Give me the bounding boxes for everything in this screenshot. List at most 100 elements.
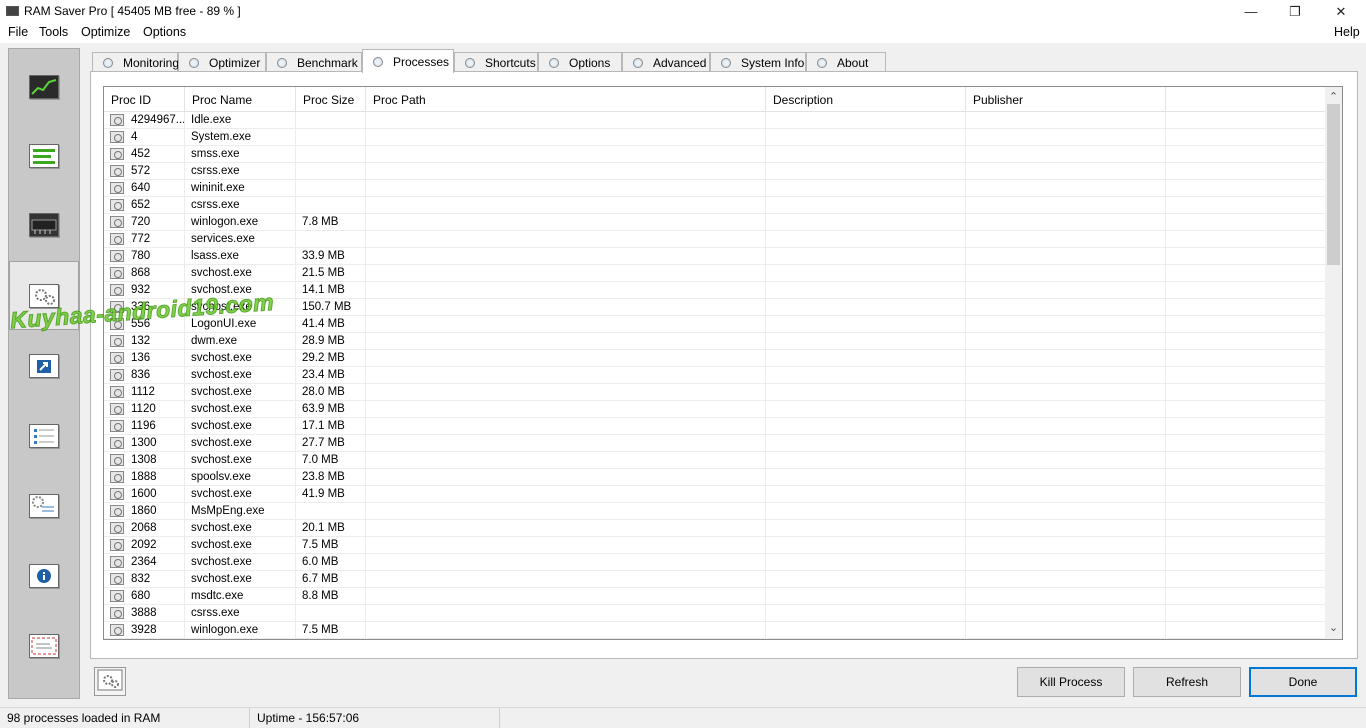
table-row[interactable]: 4 System.exe: [104, 129, 1326, 146]
cell-empty: [766, 503, 966, 520]
table-row[interactable]: 772 services.exe: [104, 231, 1326, 248]
cell-proc-name: dwm.exe: [185, 333, 296, 350]
cell-empty: [966, 350, 1166, 367]
process-icon: [110, 522, 124, 534]
tab-monitoring[interactable]: Monitoring: [92, 52, 179, 72]
done-button[interactable]: Done: [1249, 667, 1357, 697]
table-row[interactable]: 136 svchost.exe 29.2 MB: [104, 350, 1326, 367]
table-row[interactable]: 1196 svchost.exe 17.1 MB: [104, 418, 1326, 435]
table-row[interactable]: 1112 svchost.exe 28.0 MB: [104, 384, 1326, 401]
table-row[interactable]: 1860 MsMpEng.exe: [104, 503, 1326, 520]
sidebar-item-optimizer[interactable]: [9, 121, 79, 190]
tab-options[interactable]: Options: [538, 52, 622, 72]
column-header-description[interactable]: Description: [766, 87, 966, 112]
process-table[interactable]: Proc ID Proc Name Proc Size Proc Path De…: [103, 86, 1343, 640]
scroll-up-arrow-icon[interactable]: ⌃: [1325, 87, 1342, 104]
minimize-button[interactable]: —: [1228, 0, 1274, 23]
tab-about[interactable]: About: [806, 52, 886, 72]
column-header-proc-name[interactable]: Proc Name: [185, 87, 296, 112]
table-row[interactable]: 556 LogonUI.exe 41.4 MB: [104, 316, 1326, 333]
tab-system-info[interactable]: System Info: [710, 52, 806, 72]
table-row[interactable]: 336 svchost.exe 150.7 MB: [104, 299, 1326, 316]
tab-processes[interactable]: Processes: [362, 49, 454, 73]
cell-proc-size: 33.9 MB: [296, 248, 366, 265]
close-button[interactable]: ✕: [1318, 0, 1364, 23]
table-row[interactable]: 3888 csrss.exe: [104, 605, 1326, 622]
tab-optimizer[interactable]: Optimizer: [178, 52, 266, 72]
table-row[interactable]: 4294967... Idle.exe: [104, 112, 1326, 129]
table-row[interactable]: 2092 svchost.exe 7.5 MB: [104, 537, 1326, 554]
table-row[interactable]: 932 svchost.exe 14.1 MB: [104, 282, 1326, 299]
process-icon: [110, 420, 124, 432]
cell-empty: [966, 112, 1166, 129]
cell-empty: [366, 452, 766, 469]
column-header-proc-id[interactable]: Proc ID: [104, 87, 185, 112]
table-row[interactable]: 868 svchost.exe 21.5 MB: [104, 265, 1326, 282]
column-header-publisher[interactable]: Publisher: [966, 87, 1166, 112]
table-row[interactable]: 780 lsass.exe 33.9 MB: [104, 248, 1326, 265]
cell-empty: [766, 588, 966, 605]
cell-empty: [966, 401, 1166, 418]
table-row[interactable]: 640 wininit.exe: [104, 180, 1326, 197]
table-row[interactable]: 680 msdtc.exe 8.8 MB: [104, 588, 1326, 605]
table-row[interactable]: 2068 svchost.exe 20.1 MB: [104, 520, 1326, 537]
table-row[interactable]: 132 dwm.exe 28.9 MB: [104, 333, 1326, 350]
cell-empty: [766, 299, 966, 316]
scroll-down-arrow-icon[interactable]: ⌄: [1325, 622, 1342, 639]
cell-empty: [366, 554, 766, 571]
tab-benchmark[interactable]: Benchmark: [266, 52, 362, 72]
sidebar-item-monitoring[interactable]: [9, 52, 79, 121]
process-icon: [110, 284, 124, 296]
sidebar-item-shortcuts[interactable]: [9, 331, 79, 400]
table-row[interactable]: 2364 svchost.exe 6.0 MB: [104, 554, 1326, 571]
kill-process-button[interactable]: Kill Process: [1017, 667, 1125, 697]
scrollbar-thumb[interactable]: [1327, 104, 1340, 265]
table-row[interactable]: 3928 winlogon.exe 7.5 MB: [104, 622, 1326, 639]
menu-file[interactable]: File: [8, 25, 28, 39]
table-row[interactable]: 1600 svchost.exe 41.9 MB: [104, 486, 1326, 503]
menu-tools[interactable]: Tools: [39, 25, 68, 39]
proc-id-text: 1308: [131, 454, 157, 466]
column-header-proc-size[interactable]: Proc Size: [296, 87, 366, 112]
status-process-count: 98 processes loaded in RAM: [0, 708, 250, 728]
table-row[interactable]: 836 svchost.exe 23.4 MB: [104, 367, 1326, 384]
radio-icon: [373, 56, 383, 67]
settings-gears-button[interactable]: [94, 667, 126, 696]
tab-shortcuts[interactable]: Shortcuts: [454, 52, 538, 72]
table-row[interactable]: 1888 spoolsv.exe 23.8 MB: [104, 469, 1326, 486]
cell-proc-id: 4294967...: [104, 112, 185, 129]
menu-help[interactable]: Help: [1334, 25, 1360, 39]
status-uptime: Uptime - 156:57:06: [250, 708, 500, 728]
cell-empty: [366, 129, 766, 146]
tab-label: About: [837, 55, 869, 70]
menu-options[interactable]: Options: [143, 25, 186, 39]
table-row[interactable]: 1120 svchost.exe 63.9 MB: [104, 401, 1326, 418]
cell-proc-name: services.exe: [185, 231, 296, 248]
cell-empty: [766, 163, 966, 180]
refresh-button[interactable]: Refresh: [1133, 667, 1241, 697]
process-icon: [110, 148, 124, 160]
table-row[interactable]: 1300 svchost.exe 27.7 MB: [104, 435, 1326, 452]
table-row[interactable]: 652 csrss.exe: [104, 197, 1326, 214]
sidebar-item-advanced[interactable]: [9, 471, 79, 540]
sidebar-item-options[interactable]: [9, 401, 79, 470]
sidebar-item-about[interactable]: [9, 611, 79, 680]
maximize-button[interactable]: ❐: [1272, 0, 1318, 23]
proc-id-text: 1860: [131, 505, 157, 517]
cell-proc-id: 832: [104, 571, 185, 588]
table-row[interactable]: 452 smss.exe: [104, 146, 1326, 163]
table-row[interactable]: 832 svchost.exe 6.7 MB: [104, 571, 1326, 588]
cell-proc-size: [296, 163, 366, 180]
tab-advanced[interactable]: Advanced: [622, 52, 710, 72]
cell-proc-name: Idle.exe: [185, 112, 296, 129]
column-header-proc-path[interactable]: Proc Path: [366, 87, 766, 112]
cell-empty: [1166, 622, 1326, 639]
table-row[interactable]: 720 winlogon.exe 7.8 MB: [104, 214, 1326, 231]
cell-empty: [966, 520, 1166, 537]
cell-empty: [766, 248, 966, 265]
sidebar-item-system-info[interactable]: [9, 541, 79, 610]
menu-optimize[interactable]: Optimize: [81, 25, 130, 39]
table-row[interactable]: 1308 svchost.exe 7.0 MB: [104, 452, 1326, 469]
sidebar-item-benchmark[interactable]: [9, 190, 79, 259]
table-row[interactable]: 572 csrss.exe: [104, 163, 1326, 180]
